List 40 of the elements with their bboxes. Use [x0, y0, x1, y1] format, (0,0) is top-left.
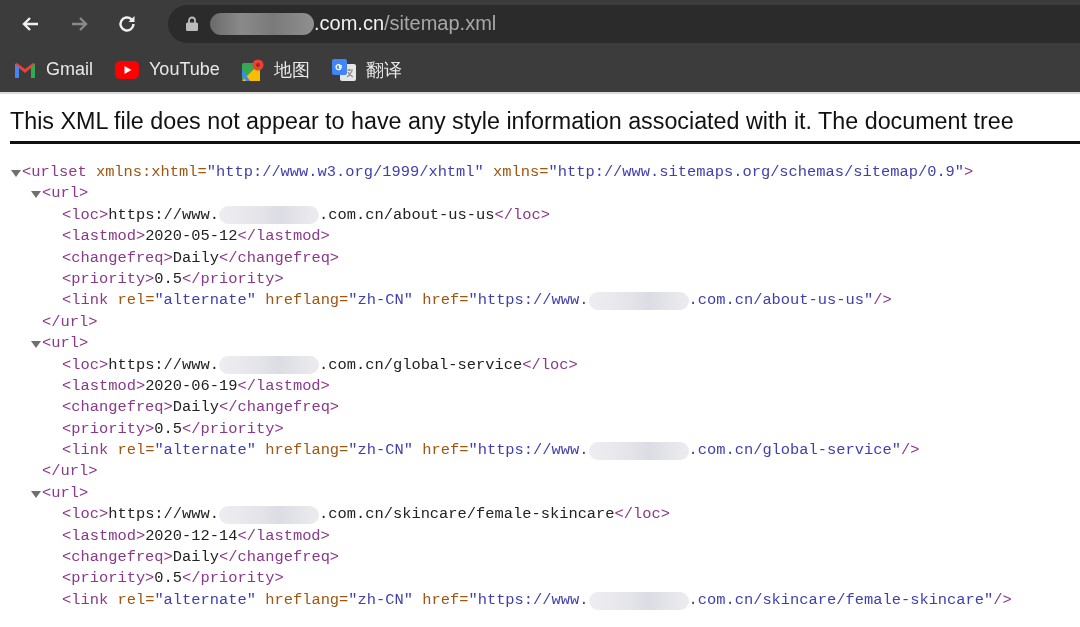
bookmark[interactable]: Gmail: [14, 59, 93, 80]
xml-code: .com.cn/global-service"/>: [688, 440, 920, 462]
xml-code: <url>: [42, 482, 89, 504]
bookmark[interactable]: 翻译: [331, 57, 402, 82]
bookmark[interactable]: YouTube: [115, 59, 220, 80]
xml-code: <url>: [42, 333, 89, 355]
play-icon: [115, 60, 139, 79]
bookmark[interactable]: 地图: [241, 57, 310, 82]
xml-code: <link rel="alternate" hreflang="zh-CN" href="https://www.: [62, 290, 589, 312]
xml-code: <loc>https://www.: [62, 354, 220, 376]
style-notice: This XML file does not appear to have any style information associated with it. The document tree: [10, 108, 1080, 144]
xml-code: <priority>0.5</priority>: [62, 268, 284, 290]
xml-code: .com.cn/about-us-us</loc>: [319, 204, 550, 226]
xml-code: <lastmod>2020-05-12</lastmod>: [62, 226, 330, 248]
xml-code: </url>: [42, 461, 98, 483]
url-path: /sitemap.xml: [384, 12, 497, 35]
xml-code: <url>: [42, 183, 89, 205]
xml-code: .com.cn/about-us-us"/>: [688, 290, 892, 312]
xml-code: </url>: [42, 311, 98, 333]
xml-code: <loc>https://www.: [62, 204, 220, 226]
xml-code: .com.cn/skincare/female-skincare"/>: [688, 589, 1012, 611]
lock-icon: [186, 16, 198, 31]
xml-code: .com.cn/global-service</loc>: [319, 354, 578, 376]
url-host: .com.cn: [314, 12, 385, 35]
xml-code: <link rel="alternate" hreflang="zh-CN" href="https://www.: [62, 440, 589, 462]
xml-code: <loc>https://www.: [62, 504, 220, 526]
xml-code: .com.cn/skincare/female-skincare</loc>: [319, 504, 670, 526]
xml-code: <urlset xmlns:xhtml="http://www.w3.org/1999/xhtml" xmlns="http://www.sitemaps.org/schemas/sitemap/0.9">: [22, 162, 974, 183]
xml-code: <link rel="alternate" hreflang="zh-CN" href="https://www.: [62, 589, 589, 611]
xml-code: <lastmod>2020-12-14</lastmod>: [62, 525, 330, 547]
mail-icon: [14, 60, 36, 79]
xml-code: <priority>0.5</priority>: [62, 418, 284, 440]
xml-code: <lastmod>2020-06-19</lastmod>: [62, 375, 330, 397]
xml-code: <changefreq>Daily</changefreq>: [62, 397, 340, 419]
xml-code: <changefreq>Daily</changefreq>: [62, 547, 340, 569]
translate-icon: [331, 58, 356, 81]
address-bar[interactable]: .com.cn/sitemap.xml: [168, 4, 1080, 43]
xml-code: <changefreq>Daily</changefreq>: [62, 247, 340, 269]
map-pin-icon: [241, 58, 264, 81]
xml-code: <priority>0.5</priority>: [62, 568, 284, 590]
